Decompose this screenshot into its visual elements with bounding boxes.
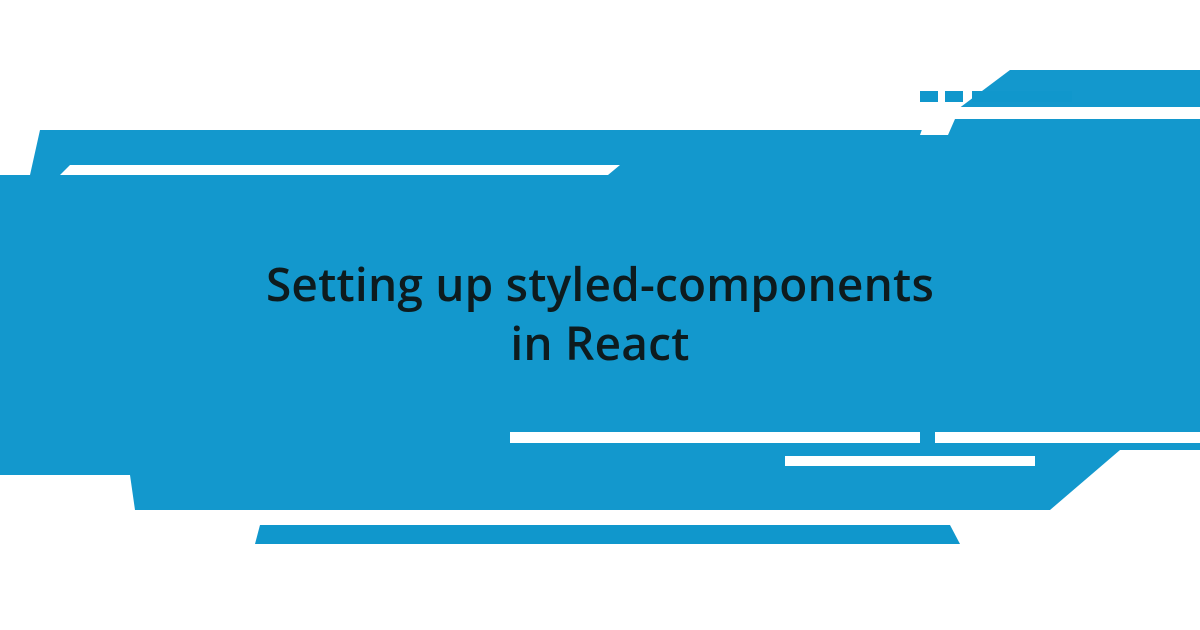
hero-title: Setting up styled-components in React [0,255,1200,373]
top-left-white-stripe [60,165,620,175]
top-tick-1 [920,91,938,102]
bottom-white-stripe-1 [510,432,920,443]
top-tick-3 [972,91,1072,102]
top-tick-2 [945,91,963,102]
bottom-white-stripe-2 [935,432,1200,443]
bottom-white-stripe-3 [785,456,1035,466]
bottom-blue-bar [255,525,960,544]
